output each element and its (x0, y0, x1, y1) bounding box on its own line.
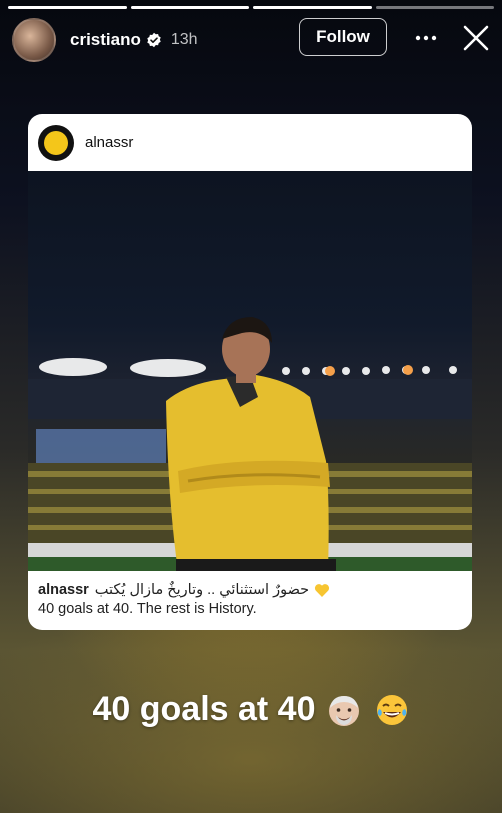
story-progress-bars (8, 6, 494, 9)
tears-of-joy-icon (376, 694, 407, 725)
story-text-overlay: 40 goals at 40 (0, 690, 502, 729)
progress-segment (8, 6, 127, 9)
progress-segment (130, 6, 249, 9)
story-header: cristiano 13h Follow (12, 18, 492, 62)
caption-username[interactable]: alnassr (38, 581, 89, 600)
more-options-icon[interactable] (414, 26, 438, 50)
avatar[interactable] (12, 18, 56, 62)
yellow-heart-icon (315, 584, 330, 597)
old-man-face-icon (328, 695, 359, 726)
stadium-scene (28, 317, 472, 571)
caption-arabic: حضورٌ استثنائي .. وتاريخٌ مازال يُكتب (94, 582, 310, 598)
club-logo-icon[interactable] (38, 124, 74, 161)
progress-segment (253, 6, 372, 9)
post-photo[interactable] (28, 171, 472, 571)
caption-english: 40 goals at 40. The rest is History. (38, 601, 257, 617)
close-icon[interactable] (462, 24, 490, 52)
verified-badge-icon (147, 32, 161, 48)
post-caption: alnassr حضورٌ استثنائي .. وتاريخٌ مازال … (28, 571, 472, 619)
follow-button[interactable]: Follow (299, 18, 387, 56)
post-username[interactable]: alnassr (85, 134, 133, 151)
story-username[interactable]: cristiano (70, 30, 141, 50)
post-header: alnassr (28, 114, 472, 171)
shared-post-card[interactable]: alnassr alnassr حضورٌ استثنائي .. وتاريخ… (28, 114, 472, 630)
overlay-text: 40 goals at 40 (92, 690, 316, 728)
post-timestamp: 13h (170, 31, 198, 48)
progress-segment (375, 6, 494, 9)
